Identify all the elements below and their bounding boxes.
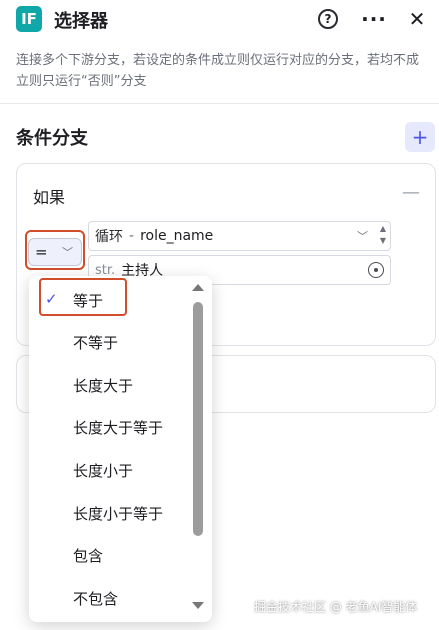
dropdown-option[interactable]: 不等于	[29, 321, 204, 363]
operator-select[interactable]: = ﹀	[28, 238, 82, 266]
scroll-down-arrow-icon[interactable]	[192, 602, 204, 609]
dropdown-option[interactable]: ✓ 等于	[29, 279, 204, 321]
option-label: 长度大于等于	[73, 418, 164, 437]
scrollbar-thumb[interactable]	[193, 302, 203, 536]
dropdown-option[interactable]: 长度大于	[29, 364, 204, 406]
scroll-up-arrow-icon[interactable]	[192, 284, 204, 291]
panel-title: 选择器	[54, 11, 108, 32]
variable-separator: -	[129, 228, 135, 244]
panel-header: IF 选择器 ? ··· ✕	[0, 0, 439, 40]
watermark: 掘金技术社区 @ 老鱼AI智能体	[254, 600, 418, 614]
plus-icon: +	[411, 125, 429, 149]
close-icon[interactable]: ✕	[405, 7, 429, 31]
option-label: 长度大于	[73, 376, 134, 395]
condition-card-title: 如果	[33, 188, 66, 207]
variable-name: role_name	[140, 228, 214, 244]
if-logo: IF	[16, 6, 42, 32]
operator-dropdown-menu: ✓ 等于 不等于 长度大于 长度大于等于 长度小于 长度小于等于 包含 不包含	[29, 276, 212, 622]
dropdown-option[interactable]: 不包含	[29, 577, 204, 619]
dropdown-option[interactable]: 长度小于等于	[29, 492, 204, 534]
add-branch-button[interactable]: +	[405, 122, 435, 152]
operator-value: =	[35, 243, 48, 261]
option-label: 长度小于等于	[73, 504, 164, 523]
section-title-condition-branch: 条件分支	[16, 128, 88, 149]
divider	[0, 103, 439, 104]
option-label: 不等于	[73, 333, 119, 352]
dropdown-option[interactable]: 长度小于	[29, 449, 204, 491]
dropdown-option[interactable]: 包含	[29, 534, 204, 576]
minus-icon[interactable]: —	[402, 182, 420, 203]
stepper-icon[interactable]: ▲ ▼	[380, 223, 386, 247]
option-label: 包含	[73, 546, 104, 565]
option-label: 等于	[73, 291, 104, 310]
help-circle-icon[interactable]: ?	[316, 7, 340, 31]
check-icon: ✓	[45, 290, 58, 308]
selector-panel: IF 选择器 ? ··· ✕ 连接多个下游分支，若设定的条件成立则仅运行对应的分…	[0, 0, 439, 630]
variable-prefix: 循环	[95, 229, 123, 245]
option-label: 长度小于	[73, 461, 134, 480]
variable-select[interactable]: 循环 - role_name ﹀ ▲ ▼	[88, 221, 391, 251]
chevron-down-icon: ﹀	[62, 246, 73, 259]
option-label: 不包含	[73, 589, 119, 608]
dropdown-option[interactable]: 长度大于等于	[29, 406, 204, 448]
target-icon[interactable]	[368, 262, 384, 278]
chevron-down-icon: ﹀	[357, 230, 368, 243]
more-horizontal-icon[interactable]: ···	[361, 7, 386, 31]
node-description: 连接多个下游分支，若设定的条件成立则仅运行对应的分支，若均不成立则只运行“否则”…	[16, 53, 420, 89]
